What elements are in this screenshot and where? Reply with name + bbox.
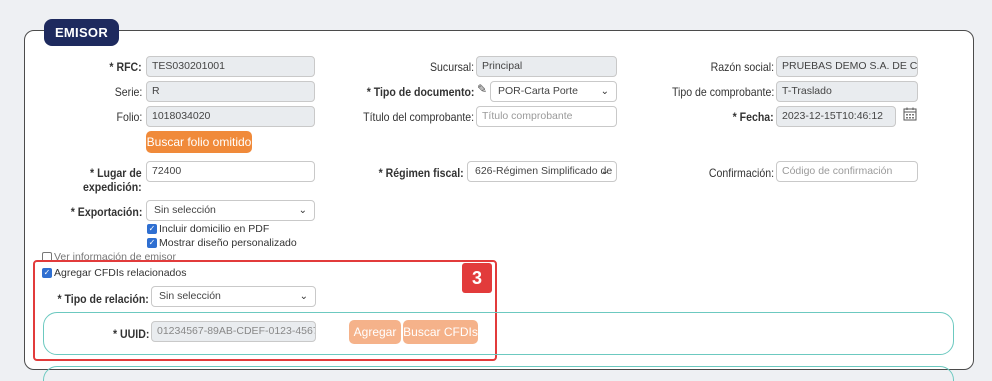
titulo-label: Título del comprobante: (363, 110, 474, 124)
tipo-relacion-label: * Tipo de relación: (57, 292, 149, 306)
sucursal-field[interactable]: Principal (476, 56, 617, 77)
tipo-relacion-value: Sin selección (159, 290, 221, 302)
annotation-badge: 3 (462, 263, 492, 293)
exportacion-select[interactable]: Sin selección ⌄ (146, 200, 315, 221)
pencil-icon[interactable]: ✎ (477, 83, 487, 95)
uuid-label: * UUID: (112, 327, 149, 341)
mostrar-diseno-checkbox[interactable]: ✓ (147, 238, 157, 248)
agregar-cfdis-checkbox[interactable]: ✓ (42, 268, 52, 278)
chevron-down-icon: ⌄ (299, 291, 308, 302)
exportacion-value: Sin selección (154, 204, 216, 216)
folio-field[interactable]: 1018034020 (146, 106, 315, 127)
lugar-expedicion-field[interactable]: 72400 (146, 161, 315, 182)
confirmacion-field[interactable]: Código de confirmación (776, 161, 918, 182)
incluir-domicilio-checkbox[interactable]: ✓ (147, 224, 157, 234)
fecha-label: * Fecha: (732, 110, 774, 124)
confirmacion-label: Confirmación: (708, 166, 774, 180)
serie-label: Serie: (114, 85, 142, 99)
tipo-documento-select[interactable]: POR-Carta Porte ⌄ (490, 81, 617, 102)
rfc-label: * RFC: (109, 60, 142, 74)
sucursal-label: Sucursal: (429, 60, 474, 74)
razon-social-label: Razón social: (710, 60, 774, 74)
folio-label: Folio: (116, 110, 142, 124)
tipo-comprobante-label: Tipo de comprobante: (671, 85, 774, 99)
fecha-field[interactable]: 2023-12-15T10:46:12 (776, 106, 896, 127)
mostrar-diseno-label: Mostrar diseño personalizado (159, 237, 297, 249)
tipo-relacion-select[interactable]: Sin selección ⌄ (151, 286, 316, 307)
agregar-cfdis-label: Agregar CFDIs relacionados (54, 267, 187, 279)
regimen-value: 626-Régimen Simplificado de (475, 165, 613, 177)
chevron-down-icon: ⌄ (600, 86, 609, 97)
tipo-documento-label: * Tipo de documento: (366, 85, 474, 99)
next-panel (43, 366, 954, 381)
lugar-label-line1: * Lugar de (90, 166, 142, 180)
titulo-field[interactable]: Título comprobante (476, 106, 617, 127)
calendar-icon[interactable] (903, 107, 917, 121)
serie-field[interactable]: R (146, 81, 315, 102)
buscar-cfdis-button[interactable]: Buscar CFDIs (403, 320, 478, 344)
agregar-button[interactable]: Agregar (349, 320, 401, 344)
chevron-down-icon: ⌄ (298, 205, 307, 216)
tipo-comprobante-field[interactable]: T-Traslado (776, 81, 918, 102)
section-title: EMISOR (44, 19, 119, 46)
regimen-label: * Régimen fiscal: (378, 166, 464, 180)
rfc-field[interactable]: TES030201001 (146, 56, 315, 77)
tipo-documento-value: POR-Carta Porte (498, 85, 578, 97)
chevron-down-icon: ⌄ (600, 166, 609, 177)
regimen-select[interactable]: 626-Régimen Simplificado de ⌄ (467, 161, 617, 182)
exportacion-label: * Exportación: (70, 205, 142, 219)
razon-social-field[interactable]: PRUEBAS DEMO S.A. DE C.V. (776, 56, 918, 77)
uuid-field[interactable]: 01234567-89AB-CDEF-0123-456789AB( (151, 321, 316, 342)
incluir-domicilio-label: Incluir domicilio en PDF (159, 223, 270, 235)
lugar-label-line2: expedición: (83, 180, 142, 194)
buscar-folio-button[interactable]: Buscar folio omitido (146, 131, 252, 153)
